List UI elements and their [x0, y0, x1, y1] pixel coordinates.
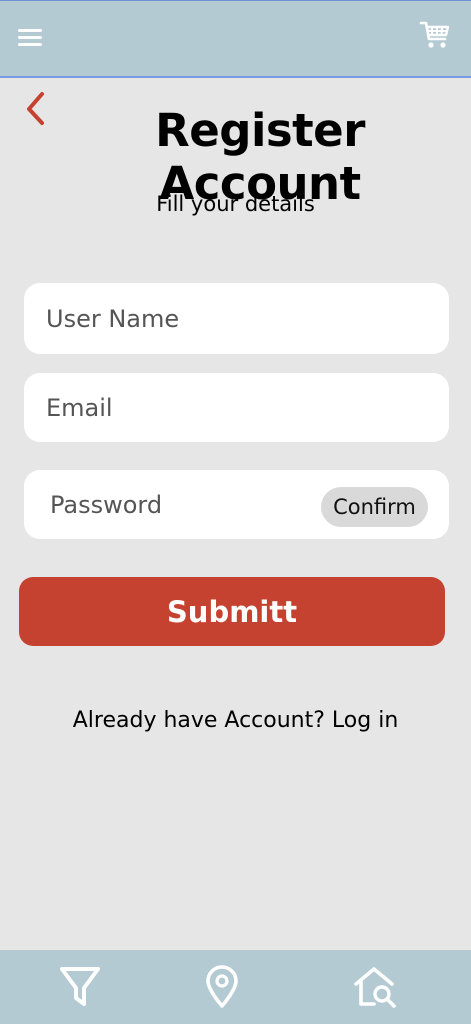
username-input[interactable]: [24, 283, 449, 354]
login-prompt-text: Already have Account?: [72, 708, 332, 733]
confirm-button[interactable]: Confirm: [321, 487, 428, 527]
top-app-bar: [0, 0, 471, 78]
password-field-container: Confirm: [24, 470, 449, 539]
filter-icon[interactable]: [58, 964, 102, 1010]
bottom-nav-bar: [0, 950, 471, 1024]
login-link[interactable]: Log in: [332, 708, 398, 733]
hamburger-menu-icon[interactable]: [18, 28, 44, 48]
email-input[interactable]: [24, 373, 449, 442]
location-pin-icon[interactable]: [200, 964, 244, 1010]
username-field-container: [24, 283, 449, 354]
chevron-left-icon[interactable]: [22, 90, 50, 128]
email-field-container: [24, 373, 449, 442]
home-search-icon[interactable]: [352, 964, 396, 1010]
login-prompt: Already have Account? Log in: [0, 708, 471, 733]
page-subtitle: Fill your details: [156, 192, 315, 216]
submit-button[interactable]: Submitt: [19, 577, 445, 646]
cart-icon[interactable]: [419, 19, 451, 51]
register-screen: Register Account Fill your details Confi…: [0, 0, 471, 1024]
